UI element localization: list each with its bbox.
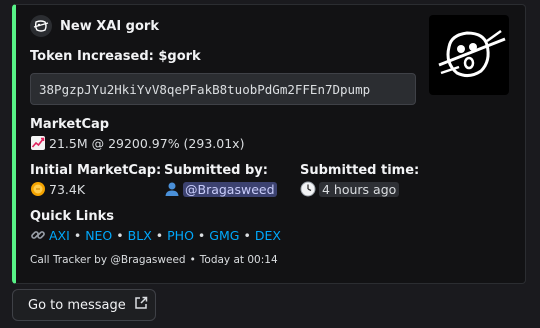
embed-title: Token Increased: $gork xyxy=(30,49,201,64)
quick-link-separator: • xyxy=(116,227,124,243)
submitted-by-field: Submitted by: @Bragasweed xyxy=(164,163,277,197)
coin-icon xyxy=(30,181,46,197)
go-to-message-button[interactable]: Go to message xyxy=(12,289,156,321)
quick-links-list: AXI • NEO • BLX • PHO • GMG • DEX xyxy=(49,228,281,243)
initial-market-cap-value: 73.4K xyxy=(49,181,86,197)
gork-face-icon xyxy=(30,15,52,37)
quick-link-separator: • xyxy=(155,227,164,243)
submitter-mention[interactable]: @Bragasweed xyxy=(183,181,277,197)
quick-link-gmg[interactable]: GMG xyxy=(209,228,239,243)
initial-market-cap-field: Initial MarketCap: 73.4K xyxy=(30,163,161,197)
external-link-icon xyxy=(134,296,148,314)
initial-market-cap-label: Initial MarketCap: xyxy=(30,163,162,178)
submitted-time-field: Submitted time: 4 hours ago xyxy=(300,163,419,197)
quick-link-dex[interactable]: DEX xyxy=(255,228,281,243)
submitted-time-value[interactable]: 4 hours ago xyxy=(319,181,400,197)
link-icon xyxy=(30,227,46,243)
clock-icon xyxy=(300,181,316,197)
quick-link-axi[interactable]: AXI xyxy=(49,228,70,243)
embed-card: New XAI gork Token Increased: $gork 38Pg… xyxy=(12,4,526,284)
footer-separator: • xyxy=(189,254,196,266)
quick-link-blx[interactable]: BLX xyxy=(128,228,152,243)
chart-increasing-icon xyxy=(30,135,46,151)
quick-link-separator: • xyxy=(197,227,206,243)
embed-footer: Call Tracker by @Bragasweed • Today at 0… xyxy=(30,254,278,266)
quick-link-separator: • xyxy=(73,227,82,243)
quick-link-neo[interactable]: NEO xyxy=(85,228,112,243)
quick-link-pho[interactable]: PHO xyxy=(167,228,194,243)
contract-address-codeblock[interactable]: 38PgzpJYu2HkiYvV8qePFakB8tuobPdGm2FFEn7D… xyxy=(30,73,416,105)
embed-author-name[interactable]: New XAI gork xyxy=(60,19,159,34)
market-cap-value: 21.5M @ 29200.97% (293.01x) xyxy=(49,135,245,151)
quick-links-field: Quick Links AXI • NEO • BLX • PHO • GMG • DEX xyxy=(30,209,281,243)
quick-links-label: Quick Links xyxy=(30,209,115,224)
gork-face-image[interactable] xyxy=(429,15,509,95)
market-cap-label: MarketCap xyxy=(30,117,110,132)
submitted-by-label: Submitted by: xyxy=(164,163,268,178)
embed-author: New XAI gork xyxy=(30,15,159,37)
footer-text: Call Tracker by @Bragasweed xyxy=(30,254,186,266)
quick-link-separator: • xyxy=(243,227,251,243)
footer-timestamp: Today at 00:14 xyxy=(199,254,278,266)
user-silhouette-icon xyxy=(164,181,180,197)
market-cap-field: MarketCap 21.5M @ 29200.97% (293.01x) xyxy=(30,117,244,151)
submitted-time-label: Submitted time: xyxy=(300,163,420,178)
go-to-message-label: Go to message xyxy=(28,297,126,313)
